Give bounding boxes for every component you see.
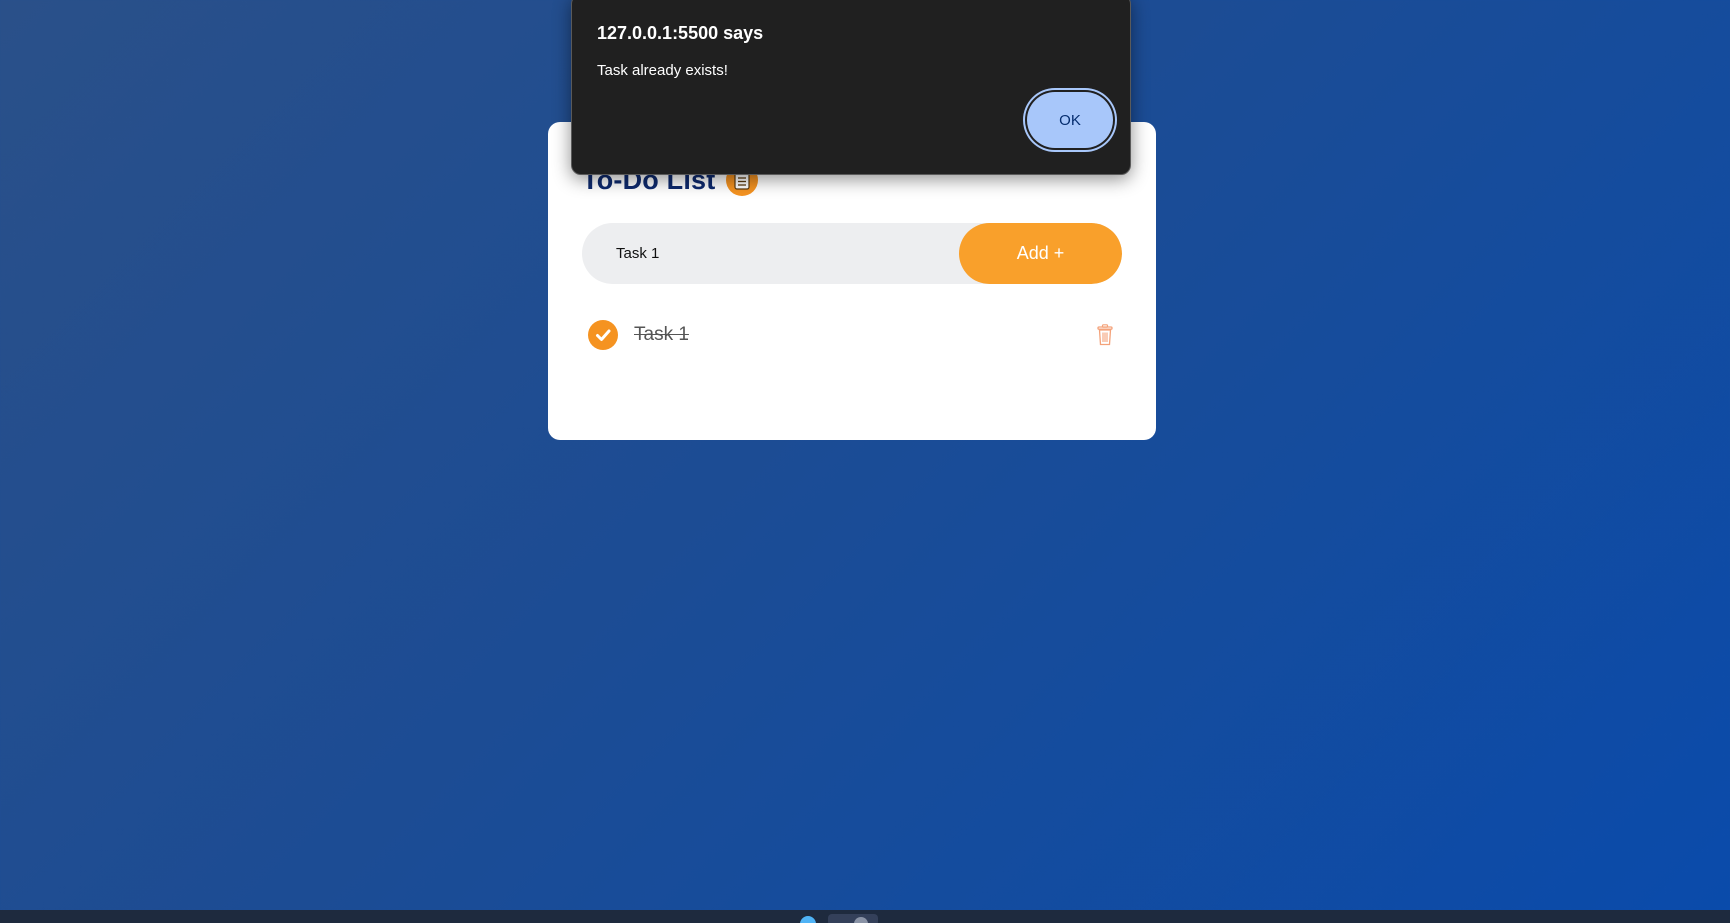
task-text[interactable]: Task 1: [634, 324, 689, 346]
ok-button[interactable]: OK: [1027, 92, 1113, 148]
trash-icon[interactable]: [1094, 322, 1116, 348]
taskbar-app-button[interactable]: [828, 914, 878, 923]
taskbar-app-icon[interactable]: [800, 916, 816, 923]
alert-message: Task already exists!: [597, 62, 728, 79]
alert-dialog: 127.0.0.1:5500 says Task already exists!…: [571, 0, 1131, 175]
task-list: Task 1: [588, 318, 1116, 352]
task-input-row: Add +: [582, 223, 1122, 284]
checked-icon[interactable]: [588, 320, 618, 350]
task-input[interactable]: [582, 223, 962, 284]
add-button[interactable]: Add +: [959, 223, 1122, 284]
list-item: Task 1: [588, 318, 1116, 352]
alert-title: 127.0.0.1:5500 says: [597, 23, 764, 43]
taskbar: [0, 910, 1730, 923]
